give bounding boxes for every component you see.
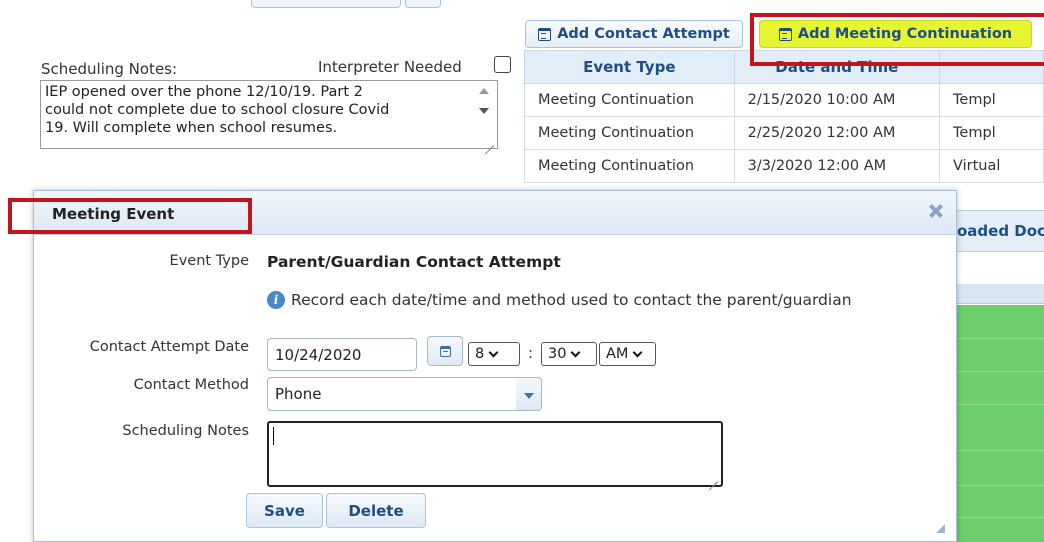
table-row[interactable]: Meeting Continuation 3/3/2020 12:00 AM V…: [524, 149, 1044, 183]
table-row[interactable]: Meeting Continuation 2/25/2020 12:00 AM …: [524, 116, 1044, 150]
table-row[interactable]: Meeting Continuation 2/15/2020 10:00 AM …: [524, 83, 1044, 117]
text-caret: [273, 427, 274, 445]
top-cutoff-control-small[interactable]: [405, 0, 441, 8]
chevron-down-icon: [632, 347, 643, 357]
chevron-down-icon: [571, 347, 581, 357]
contact-method-dropdown[interactable]: Phone: [267, 377, 517, 411]
contact-method-label: Contact Method: [133, 377, 249, 393]
notes-line: IEP opened over the phone 12/10/19. Part…: [45, 84, 363, 100]
add-contact-attempt-label: Add Contact Attempt: [557, 26, 730, 42]
ampm-value: AM: [606, 346, 629, 362]
annotation-box-dialog-title: [8, 198, 252, 234]
screenshot-root: Scheduling Notes: Interpreter Needed IEP…: [0, 0, 1044, 542]
info-text: Record each date/time and method used to…: [291, 291, 852, 309]
bg-scheduling-notes-label: Scheduling Notes:: [41, 60, 178, 78]
save-button[interactable]: Save: [246, 493, 323, 528]
bg-uploaded-docs-label: oaded Doc: [957, 222, 1044, 240]
time-separator: :: [528, 344, 534, 362]
dialog-resize-handle-icon[interactable]: [936, 524, 945, 533]
date-picker-button[interactable]: [427, 336, 463, 366]
top-cutoff-control[interactable]: [251, 0, 401, 8]
notes-line: could not complete due to school closure…: [45, 102, 390, 118]
event-type-value: Parent/Guardian Contact Attempt: [267, 253, 561, 271]
hour-select[interactable]: 8: [468, 342, 520, 366]
notes-scrollbar[interactable]: [475, 82, 493, 122]
cell-date-time: 2/25/2020 12:00 AM: [733, 116, 941, 150]
scheduling-notes-label: Scheduling Notes: [122, 423, 249, 439]
chevron-down-icon: [488, 347, 499, 357]
contact-method-value: Phone: [275, 385, 322, 403]
cell-location: Virtual: [939, 149, 1044, 183]
close-icon[interactable]: [929, 204, 943, 218]
add-contact-attempt-button[interactable]: Add Contact Attempt: [525, 20, 743, 48]
scheduling-notes-textarea[interactable]: [267, 421, 723, 487]
cell-event-type: Meeting Continuation: [524, 83, 735, 117]
contact-attempt-date-value: 10/24/2020: [275, 345, 362, 364]
cell-date-time: 2/15/2020 10:00 AM: [733, 83, 941, 117]
textarea-resize-grip-icon[interactable]: [484, 136, 494, 146]
contact-attempt-date-label: Contact Attempt Date: [89, 339, 249, 355]
event-type-label: Event Type: [169, 253, 249, 269]
cell-location: Templ: [939, 83, 1044, 117]
bg-scheduling-notes-textarea[interactable]: IEP opened over the phone 12/10/19. Part…: [40, 80, 498, 149]
calendar-icon: [439, 345, 451, 357]
cell-event-type: Meeting Continuation: [524, 149, 735, 183]
delete-button[interactable]: Delete: [326, 493, 426, 528]
column-header-event-type[interactable]: Event Type: [524, 50, 735, 84]
calendar-icon: [538, 27, 552, 41]
annotation-box-add-meeting: [750, 13, 1044, 66]
bg-uploaded-docs-tab[interactable]: oaded Doc: [950, 210, 1044, 252]
cell-date-time: 3/3/2020 12:00 AM: [733, 149, 941, 183]
bg-panel-header-strip: [950, 284, 1044, 304]
cell-event-type: Meeting Continuation: [524, 116, 735, 150]
contact-attempt-date-input[interactable]: 10/24/2020: [267, 338, 417, 371]
cell-location: Templ: [939, 116, 1044, 150]
minute-value: 30: [548, 346, 567, 362]
hour-value: 8: [475, 346, 485, 362]
scroll-down-icon[interactable]: [479, 108, 489, 114]
ampm-select[interactable]: AM: [599, 342, 656, 366]
info-message: i Record each date/time and method used …: [267, 291, 852, 309]
bg-panel-strip: [950, 252, 1044, 284]
info-icon: i: [267, 291, 285, 309]
notes-line: 19. Will complete when school resumes.: [45, 120, 338, 136]
scroll-up-icon[interactable]: [479, 88, 489, 94]
minute-select[interactable]: 30: [541, 342, 597, 366]
interpreter-needed-label: Interpreter Needed: [318, 58, 462, 76]
textarea-resize-grip-icon[interactable]: [708, 472, 718, 482]
meeting-event-dialog: Meeting Event Event Type Parent/Guardian…: [33, 190, 957, 542]
events-table: Event Type Date and Time Meeting Continu…: [524, 50, 1044, 183]
contact-method-dropdown-toggle[interactable]: [516, 377, 542, 411]
interpreter-needed-checkbox[interactable]: [494, 56, 511, 73]
